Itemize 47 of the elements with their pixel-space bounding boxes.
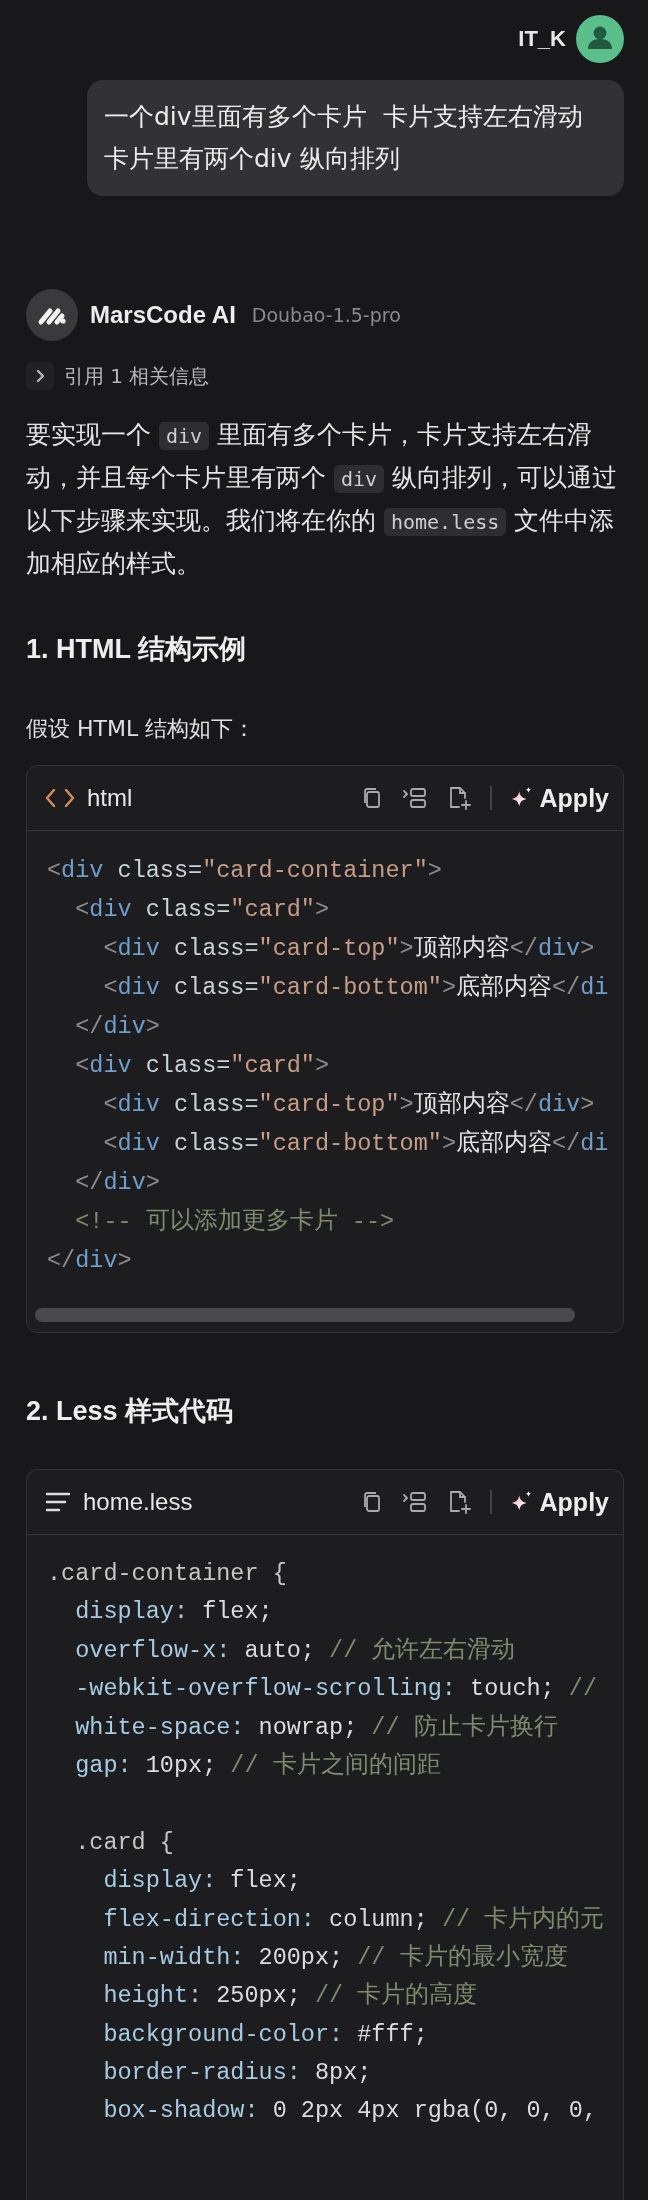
chevron-right-icon[interactable]: [26, 362, 54, 390]
code-line: <div class="card-container">: [47, 856, 443, 886]
code-line: .card-container {: [47, 1559, 288, 1589]
insert-icon[interactable]: [402, 1490, 429, 1514]
code-line: flex-direction: column; // 卡片内的元: [102, 1904, 606, 1935]
code-line: min-width: 200px; // 卡片的最小宽度: [102, 1942, 569, 1973]
code-line: <!-- 可以添加更多卡片 -->: [74, 1207, 396, 1237]
assistant-name: MarsCode AI: [90, 301, 236, 329]
code-icon: [45, 786, 75, 810]
avatar-icon: [576, 15, 624, 63]
code-line: <div class="card">: [74, 1051, 331, 1081]
code-line: gap: 10px; // 卡片之间的间距: [74, 1750, 442, 1781]
code-line: </div>: [47, 1246, 133, 1276]
code-line: height: 250px; // 卡片的高度: [102, 1980, 479, 2012]
code-line: white-space: nowrap; // 防止卡片换行: [74, 1712, 559, 1743]
section-text: 假设 HTML 结构如下：: [26, 715, 257, 743]
message-text: 卡片里有两个div 纵向排列: [104, 143, 401, 175]
code-line: </div>: [74, 1168, 161, 1198]
code-line: display: flex;: [74, 1597, 274, 1628]
code-line: -webkit-overflow-scrolling: touch; //: [74, 1674, 598, 1705]
code-line: overflow-x: auto; // 允许左右滑动: [74, 1635, 517, 1666]
code-line: box-shadow: 0 2px 4px rgba(0, 0, 0,: [102, 2096, 598, 2127]
insert-icon[interactable]: [402, 786, 429, 810]
code-line: <div class="card-top">顶部内容</div>: [102, 1090, 596, 1120]
language-label: html: [87, 784, 133, 812]
answer-paragraph: 要实现一个 div 里面有多个卡片，卡片支持左右滑动，并且每个卡片里有两个 div 纵向排列，可以通过以下步骤来实现。我们将在你的 home.less 文件中添加相应的样式。: [26, 419, 619, 580]
logo-icon: [26, 289, 78, 341]
code-line: <div class="card-bottom">底部内容</di: [102, 1129, 610, 1159]
apply-button[interactable]: Apply: [509, 783, 609, 813]
code-line: display: flex;: [102, 1866, 302, 1897]
message-text: 一个div里面有多个卡片 卡片支持左右滑动: [104, 101, 584, 133]
reference-link[interactable]: 引用 1 相关信息: [64, 362, 210, 390]
lines-icon: [45, 1491, 71, 1513]
language-label: home.less: [83, 1488, 193, 1516]
code-line: </div>: [74, 1012, 161, 1042]
code-line: <div class="card-bottom">底部内容</di: [102, 973, 610, 1003]
code-line: background-color: #fff;: [102, 2019, 429, 2050]
code-line: .card {: [74, 1827, 175, 1858]
section-heading: 2. Less 样式代码: [26, 1395, 235, 1428]
user-name: IT_K: [518, 26, 566, 52]
model-name: Doubao-1.5-pro: [251, 304, 401, 326]
scrollbar[interactable]: [35, 1308, 575, 1322]
section-heading: 1. HTML 结构示例: [26, 633, 247, 666]
code-line: <div class="card">: [74, 895, 331, 925]
code-line: border-radius: 8px;: [102, 2058, 373, 2089]
code-line: <div class="card-top">顶部内容</div>: [102, 934, 596, 964]
apply-button[interactable]: Apply: [509, 1487, 609, 1517]
